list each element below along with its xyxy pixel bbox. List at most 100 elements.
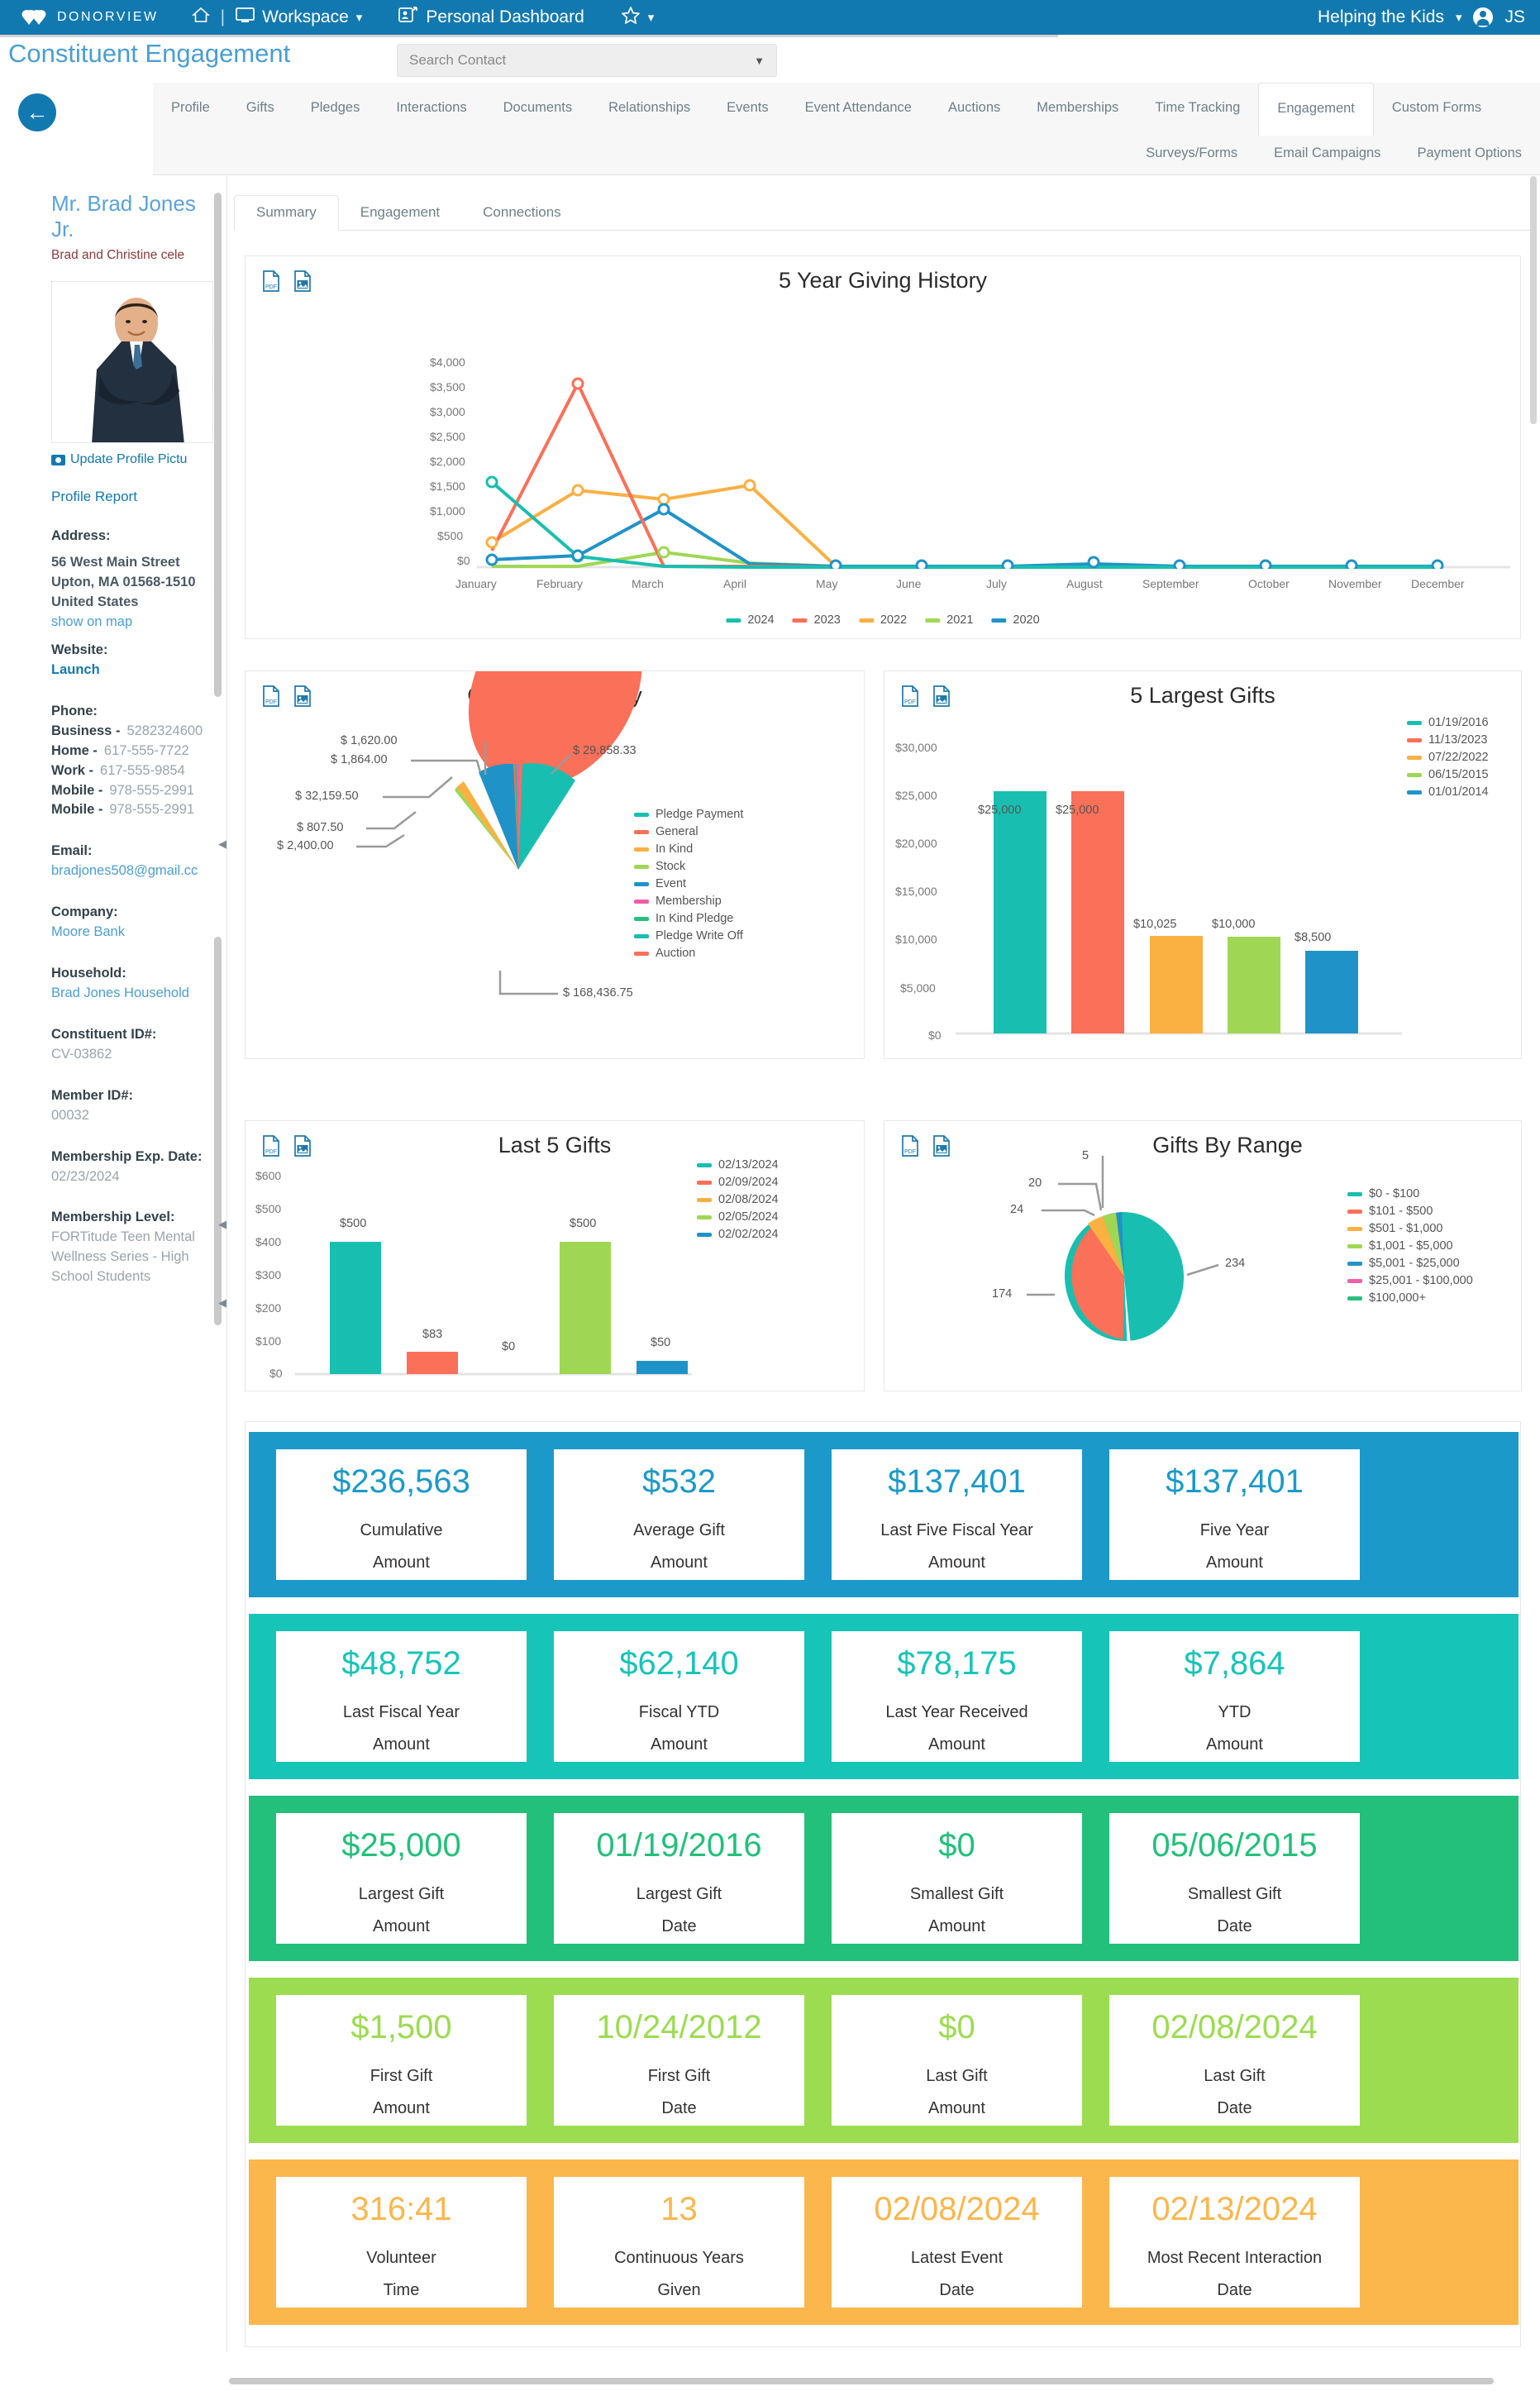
legend-item-event[interactable]: Event <box>634 877 743 890</box>
tab-pledges[interactable]: Pledges <box>293 83 379 134</box>
tab-interactions[interactable]: Interactions <box>378 83 484 134</box>
legend-item-gift-4[interactable]: 06/15/2015 <box>1407 768 1489 781</box>
legend-item-range-1[interactable]: $0 - $100 <box>1347 1187 1473 1200</box>
legend-item-range-4[interactable]: $1,001 - $5,000 <box>1347 1239 1473 1253</box>
subtab-engagement[interactable]: Engagement <box>339 196 461 230</box>
legend-item-range-5[interactable]: $5,001 - $25,000 <box>1347 1257 1473 1270</box>
chevron-down-icon[interactable]: ▾ <box>356 10 363 25</box>
star-icon[interactable] <box>621 6 641 30</box>
search-contact-input[interactable]: Search Contact ▼ <box>397 44 777 77</box>
chevron-down-icon-search[interactable]: ▼ <box>754 55 765 67</box>
back-button[interactable]: ← <box>18 93 56 131</box>
legend-item-2021[interactable]: 2021 <box>925 613 973 627</box>
legend-item-in-kind-pledge[interactable]: In Kind Pledge <box>634 912 743 925</box>
sidebar-scrollbar-thumb[interactable] <box>214 193 222 697</box>
kpi-tile-smallest-gift-date[interactable]: 05/06/2015 Smallest Gift Date <box>1109 1813 1360 1944</box>
kpi-tile-largest-gift-amount[interactable]: $25,000 Largest Gift Amount <box>276 1813 527 1944</box>
legend-item-stock[interactable]: Stock <box>634 860 743 873</box>
legend-item-gift-3[interactable]: 07/22/2022 <box>1407 751 1489 764</box>
tab-relationships[interactable]: Relationships <box>590 83 708 134</box>
home-icon[interactable] <box>191 7 210 28</box>
favorites-menu[interactable]: ▾ <box>603 6 673 30</box>
legend-item-in-kind[interactable]: In Kind <box>634 842 743 856</box>
kpi-tile-last-fiscal-year-amount[interactable]: $48,752 Last Fiscal Year Amount <box>276 1631 527 1762</box>
avatar[interactable] <box>1473 7 1494 27</box>
kpi-tile-last-gift-amount[interactable]: $0 Last Gift Amount <box>832 1995 1082 2126</box>
tab-memberships[interactable]: Memberships <box>1018 83 1137 134</box>
legend-item-pledge-payment[interactable]: Pledge Payment <box>634 808 743 821</box>
legend-item-last-gift-3[interactable]: 02/08/2024 <box>697 1193 779 1206</box>
subtab-summary[interactable]: Summary <box>234 195 339 231</box>
horizontal-scrollbar-thumb[interactable] <box>229 2378 1494 2384</box>
legend-item-range-6[interactable]: $25,001 - $100,000 <box>1347 1274 1473 1287</box>
tab-email-campaigns[interactable]: Email Campaigns <box>1256 134 1399 175</box>
profile-report-link[interactable]: Profile Report <box>51 489 215 505</box>
kpi-tile-five-year-amount[interactable]: $137,401 Five Year Amount <box>1109 1449 1360 1580</box>
email-value[interactable]: bradjones508@gmail.cc <box>51 861 215 881</box>
chevron-down-icon-2[interactable]: ▾ <box>648 10 655 25</box>
sidebar-collapse-arrow-3[interactable]: ◀ <box>218 1296 226 1310</box>
legend-item-2020[interactable]: 2020 <box>991 613 1040 627</box>
kpi-tile-fiscal-ytd-amount[interactable]: $62,140 Fiscal YTD Amount <box>554 1631 804 1762</box>
show-on-map-link[interactable]: show on map <box>51 613 215 632</box>
kpi-tile-cumulative-amount[interactable]: $236,563 Cumulative Amount <box>276 1449 527 1580</box>
legend-item-membership[interactable]: Membership <box>634 895 743 908</box>
tab-time-tracking[interactable]: Time Tracking <box>1137 83 1258 134</box>
tab-events[interactable]: Events <box>708 83 786 134</box>
household-value[interactable]: Brad Jones Household <box>51 984 215 1004</box>
chevron-down-icon-3[interactable]: ▾ <box>1456 10 1462 25</box>
sidebar-collapse-arrow-2[interactable]: ◀ <box>218 1218 226 1231</box>
legend-label-range-3: $501 - $1,000 <box>1369 1222 1443 1235</box>
personal-dashboard-menu[interactable]: Personal Dashboard <box>380 6 602 29</box>
legend-item-general[interactable]: General <box>634 825 743 838</box>
kpi-tile-first-gift-amount[interactable]: $1,500 First Gift Amount <box>276 1995 527 2126</box>
legend-item-gift-1[interactable]: 01/19/2016 <box>1407 716 1489 729</box>
kpi-tile-last-gift-date[interactable]: 02/08/2024 Last Gift Date <box>1109 1995 1360 2126</box>
update-profile-picture-link[interactable]: Update Profile Pictu <box>51 452 215 467</box>
kpi-tile-last-five-fiscal-year-amount[interactable]: $137,401 Last Five Fiscal Year Amount <box>832 1449 1082 1580</box>
vertical-scrollbar[interactable] <box>1528 176 1538 2375</box>
legend-item-gift-5[interactable]: 01/01/2014 <box>1407 785 1489 799</box>
kpi-tile-first-gift-date[interactable]: 10/24/2012 First Gift Date <box>554 1995 804 2126</box>
legend-item-2022[interactable]: 2022 <box>858 613 907 627</box>
kpi-tile-last-year-received-amount[interactable]: $78,175 Last Year Received Amount <box>832 1631 1082 1762</box>
legend-item-last-gift-4[interactable]: 02/05/2024 <box>697 1210 779 1224</box>
legend-item-last-gift-5[interactable]: 02/02/2024 <box>697 1228 779 1241</box>
legend-item-pledge-write-off[interactable]: Pledge Write Off <box>634 929 743 943</box>
tab-gifts[interactable]: Gifts <box>228 83 293 134</box>
horizontal-scrollbar[interactable] <box>227 2376 1540 2386</box>
legend-item-auction[interactable]: Auction <box>634 947 743 960</box>
kpi-tile-most-recent-interaction-date[interactable]: 02/13/2024 Most Recent Interaction Date <box>1109 2177 1360 2307</box>
legend-item-last-gift-1[interactable]: 02/13/2024 <box>697 1158 779 1172</box>
workspace-menu[interactable]: | Workspace ▾ <box>174 7 381 28</box>
subtab-connections[interactable]: Connections <box>461 196 583 230</box>
brand-logo[interactable]: DONORVIEW <box>0 7 174 27</box>
legend-item-gift-2[interactable]: 11/13/2023 <box>1407 733 1489 747</box>
kpi-tile-ytd-amount[interactable]: $7,864 YTD Amount <box>1109 1631 1360 1762</box>
company-value[interactable]: Moore Bank <box>51 923 215 943</box>
kpi-tile-volunteer-time[interactable]: 316:41 Volunteer Time <box>276 2177 527 2307</box>
kpi-tile-continuous-years-given[interactable]: 13 Continuous Years Given <box>554 2177 804 2307</box>
legend-item-range-7[interactable]: $100,000+ <box>1347 1291 1473 1305</box>
tab-documents[interactable]: Documents <box>485 83 590 134</box>
tab-profile[interactable]: Profile <box>153 83 228 134</box>
kpi-tile-latest-event-date[interactable]: 02/08/2024 Latest Event Date <box>832 2177 1082 2307</box>
kpi-tile-average-gift-amount[interactable]: $532 Average Gift Amount <box>554 1449 804 1580</box>
kpi-tile-largest-gift-date[interactable]: 01/19/2016 Largest Gift Date <box>554 1813 804 1944</box>
tab-event-attendance[interactable]: Event Attendance <box>787 83 930 134</box>
website-launch-link[interactable]: Launch <box>51 661 215 680</box>
tab-payment-options[interactable]: Payment Options <box>1399 134 1540 175</box>
legend-item-range-3[interactable]: $501 - $1,000 <box>1347 1222 1473 1235</box>
tab-engagement[interactable]: Engagement <box>1258 83 1374 136</box>
tab-surveys-forms[interactable]: Surveys/Forms <box>1128 134 1256 175</box>
legend-item-range-2[interactable]: $101 - $500 <box>1347 1205 1473 1218</box>
sidebar-collapse-arrow-1[interactable]: ◀ <box>218 838 226 851</box>
vertical-scrollbar-thumb[interactable] <box>1530 176 1537 424</box>
legend-item-2023[interactable]: 2023 <box>792 613 841 627</box>
sidebar-scrollbar-thumb-2[interactable] <box>214 937 222 1325</box>
legend-item-last-gift-2[interactable]: 02/09/2024 <box>697 1176 779 1189</box>
legend-item-2024[interactable]: 2024 <box>726 613 775 627</box>
tab-custom-forms[interactable]: Custom Forms <box>1374 83 1499 134</box>
kpi-tile-smallest-gift-amount[interactable]: $0 Smallest Gift Amount <box>832 1813 1082 1944</box>
tab-auctions[interactable]: Auctions <box>930 83 1018 134</box>
